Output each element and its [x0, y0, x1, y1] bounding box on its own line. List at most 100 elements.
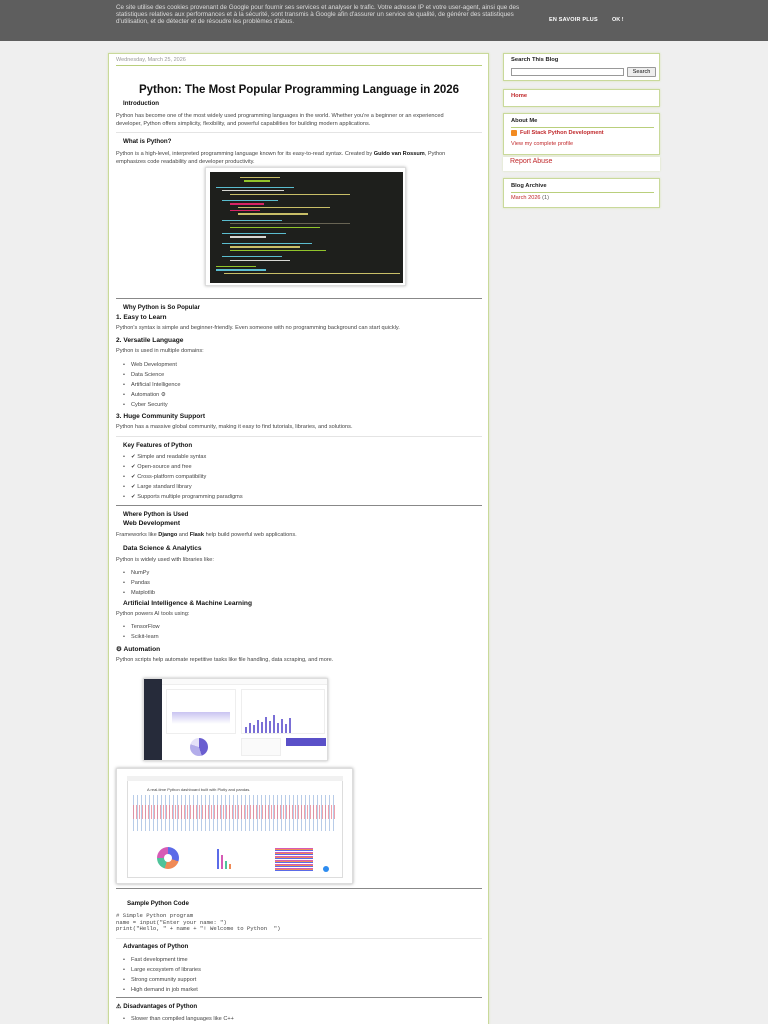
- versatile-heading: 2. Versatile Language: [116, 337, 184, 344]
- section-divider: [116, 298, 482, 299]
- blog-post: Wednesday, March 25, 2026 Python: The Mo…: [108, 53, 489, 1024]
- code-screenshot: [205, 167, 406, 286]
- webdev-paragraph: Frameworks like Django and Flask help bu…: [116, 532, 297, 540]
- list-item: ✔ Supports multiple programming paradigm…: [123, 494, 243, 500]
- bar-graphic: [225, 861, 227, 869]
- home-widget: Home: [503, 89, 660, 107]
- dashboard-topbar-graphic: [162, 679, 327, 685]
- bar-graphic: [261, 722, 263, 733]
- webdev-heading: Web Development: [123, 520, 181, 527]
- report-abuse-link[interactable]: Report Abuse: [510, 158, 552, 165]
- list-item: ✔ Open-source and free: [123, 464, 192, 470]
- code-line-graphic: [222, 190, 284, 192]
- section-divider: [116, 132, 482, 133]
- dashboard-button-graphic: [286, 738, 326, 746]
- code-line-graphic: [230, 249, 326, 251]
- code-line-graphic: [230, 210, 260, 212]
- what-paragraph: Python is a high-level, interpreted prog…: [116, 151, 468, 166]
- easy-heading: 1. Easy to Learn: [116, 314, 167, 321]
- flask-name: Flask: [189, 532, 205, 538]
- list-item: High demand in job market: [123, 987, 198, 993]
- list-item: Matplotlib: [123, 590, 155, 596]
- sample-heading: Sample Python Code: [127, 900, 189, 907]
- section-divider: [116, 505, 482, 506]
- disadvantages-heading: ⚠ Disadvantages of Python: [116, 1003, 198, 1010]
- list-item: Automation ⚙: [123, 392, 166, 398]
- list-item: Cyber Security: [123, 402, 168, 408]
- webdev-text-and: and: [177, 532, 190, 538]
- line-series-graphic: [133, 805, 337, 819]
- advantages-heading: Advantages of Python: [123, 943, 189, 950]
- browser-bar-graphic: [127, 776, 343, 781]
- dashboard-card-graphic: [241, 738, 281, 756]
- code-line-graphic: [230, 226, 320, 228]
- search-button[interactable]: Search: [627, 67, 656, 77]
- learn-more-link[interactable]: EN SAVOIR PLUS: [549, 17, 598, 23]
- area-chart-graphic: [172, 712, 230, 724]
- accept-cookies-button[interactable]: OK !: [612, 17, 624, 23]
- section-divider: [116, 997, 482, 998]
- archive-month-link[interactable]: March 2026: [511, 195, 541, 201]
- search-input[interactable]: [511, 68, 624, 76]
- django-name: Django: [158, 532, 178, 538]
- code-line-graphic: [238, 206, 330, 208]
- intro-paragraph: Python has become one of the most widely…: [116, 113, 444, 127]
- admin-dashboard-image: [143, 678, 328, 761]
- ai-paragraph: Python powers AI tools using:: [116, 611, 190, 617]
- code-line-graphic: [216, 269, 266, 271]
- where-heading: Where Python is Used: [123, 511, 189, 518]
- bar-graphic: [281, 719, 283, 733]
- bar-graphic: [253, 725, 255, 733]
- webdev-text-start: Frameworks like: [116, 532, 159, 538]
- what-text-start: Python is a high-level, interpreted prog…: [116, 151, 374, 157]
- list-item: Large ecosystem of libraries: [123, 967, 201, 973]
- view-profile-link[interactable]: View my complete profile: [511, 141, 573, 147]
- plotly-dashboard-image: A real-time Python dashboard built with …: [116, 768, 353, 884]
- list-item: Web Development: [123, 362, 177, 368]
- code-line-graphic: [216, 186, 294, 189]
- list-item: ✔ Simple and readable syntax: [123, 454, 206, 460]
- about-widget: About Me Full Stack Python Development V…: [503, 113, 660, 155]
- post-title[interactable]: Python: The Most Popular Programming Lan…: [116, 84, 482, 96]
- blogger-profile-icon: [511, 130, 517, 136]
- bar-graphic: [217, 849, 219, 869]
- bar-graphic: [285, 724, 287, 733]
- cookie-consent-text: Ce site utilise des cookies provenant de…: [116, 4, 520, 25]
- bar-graphic: [269, 721, 271, 733]
- code-line-graphic: [230, 246, 300, 248]
- chat-bubble-icon: [323, 866, 329, 872]
- why-heading: Why Python is So Popular: [123, 304, 201, 311]
- automation-paragraph: Python scripts help automate repetitive …: [116, 657, 334, 663]
- bar-graphic: [273, 715, 275, 733]
- code-line-graphic: [222, 256, 282, 258]
- code-line-graphic: [230, 193, 350, 195]
- code-line-graphic: [230, 203, 264, 205]
- archive-item: March 2026 (1): [511, 195, 549, 201]
- code-line-graphic: [222, 243, 312, 245]
- list-item: Artificial Intelligence: [123, 382, 181, 388]
- archive-widget: Blog Archive March 2026 (1): [503, 178, 660, 208]
- sample-code-block: # Simple Python program name = input("En…: [116, 912, 281, 933]
- profile-name-link[interactable]: Full Stack Python Development: [520, 130, 604, 136]
- section-divider: [116, 938, 482, 939]
- code-line-graphic: [216, 266, 256, 268]
- home-link[interactable]: Home: [511, 93, 527, 99]
- code-line-graphic: [230, 259, 290, 261]
- section-divider: [116, 436, 482, 437]
- bar-graphic: [257, 720, 259, 733]
- code-line-graphic: [244, 180, 270, 182]
- bar-graphic: [229, 864, 231, 869]
- versatile-paragraph: Python is used in multiple domains:: [116, 348, 204, 354]
- bar-graphic: [265, 717, 267, 733]
- community-heading: 3. Huge Community Support: [116, 413, 206, 420]
- archive-divider: [511, 192, 654, 193]
- pie-chart-graphic: [190, 738, 208, 756]
- search-title: Search This Blog: [511, 57, 559, 63]
- webdev-text-end: help build powerful web applications.: [204, 532, 297, 538]
- ds-paragraph: Python is widely used with libraries lik…: [116, 557, 214, 563]
- archive-title: Blog Archive: [511, 183, 547, 189]
- about-title: About Me: [511, 118, 538, 124]
- list-item: ✔ Large standard library: [123, 484, 192, 490]
- automation-heading: ⚙ Automation: [116, 646, 161, 653]
- bar-graphic: [289, 718, 291, 733]
